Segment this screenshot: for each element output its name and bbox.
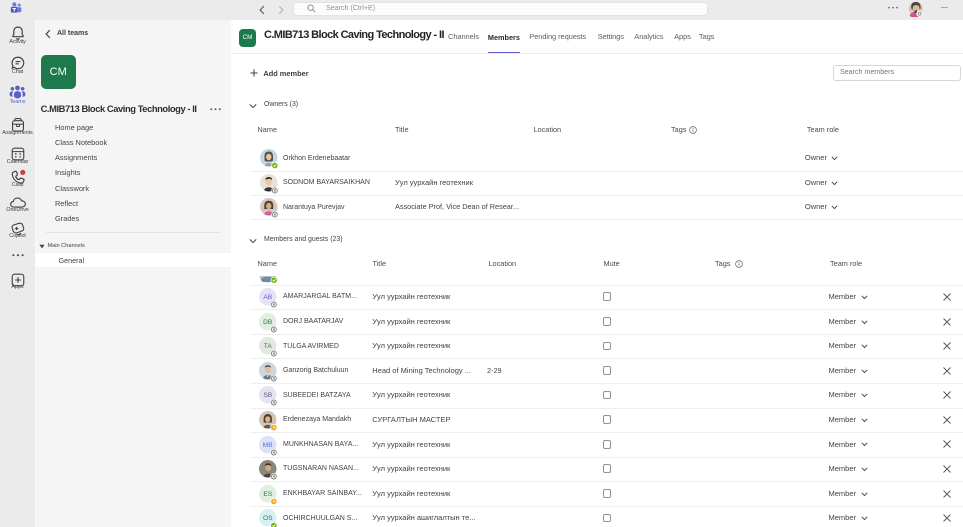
svg-text:AB: AB bbox=[263, 294, 272, 301]
svg-text:TA: TA bbox=[263, 343, 272, 350]
svg-text:OS: OS bbox=[262, 515, 272, 522]
svg-text:ES: ES bbox=[263, 491, 272, 498]
svg-text:DB: DB bbox=[263, 319, 273, 326]
svg-text:MB: MB bbox=[262, 442, 272, 449]
svg-text:SB: SB bbox=[263, 392, 272, 399]
